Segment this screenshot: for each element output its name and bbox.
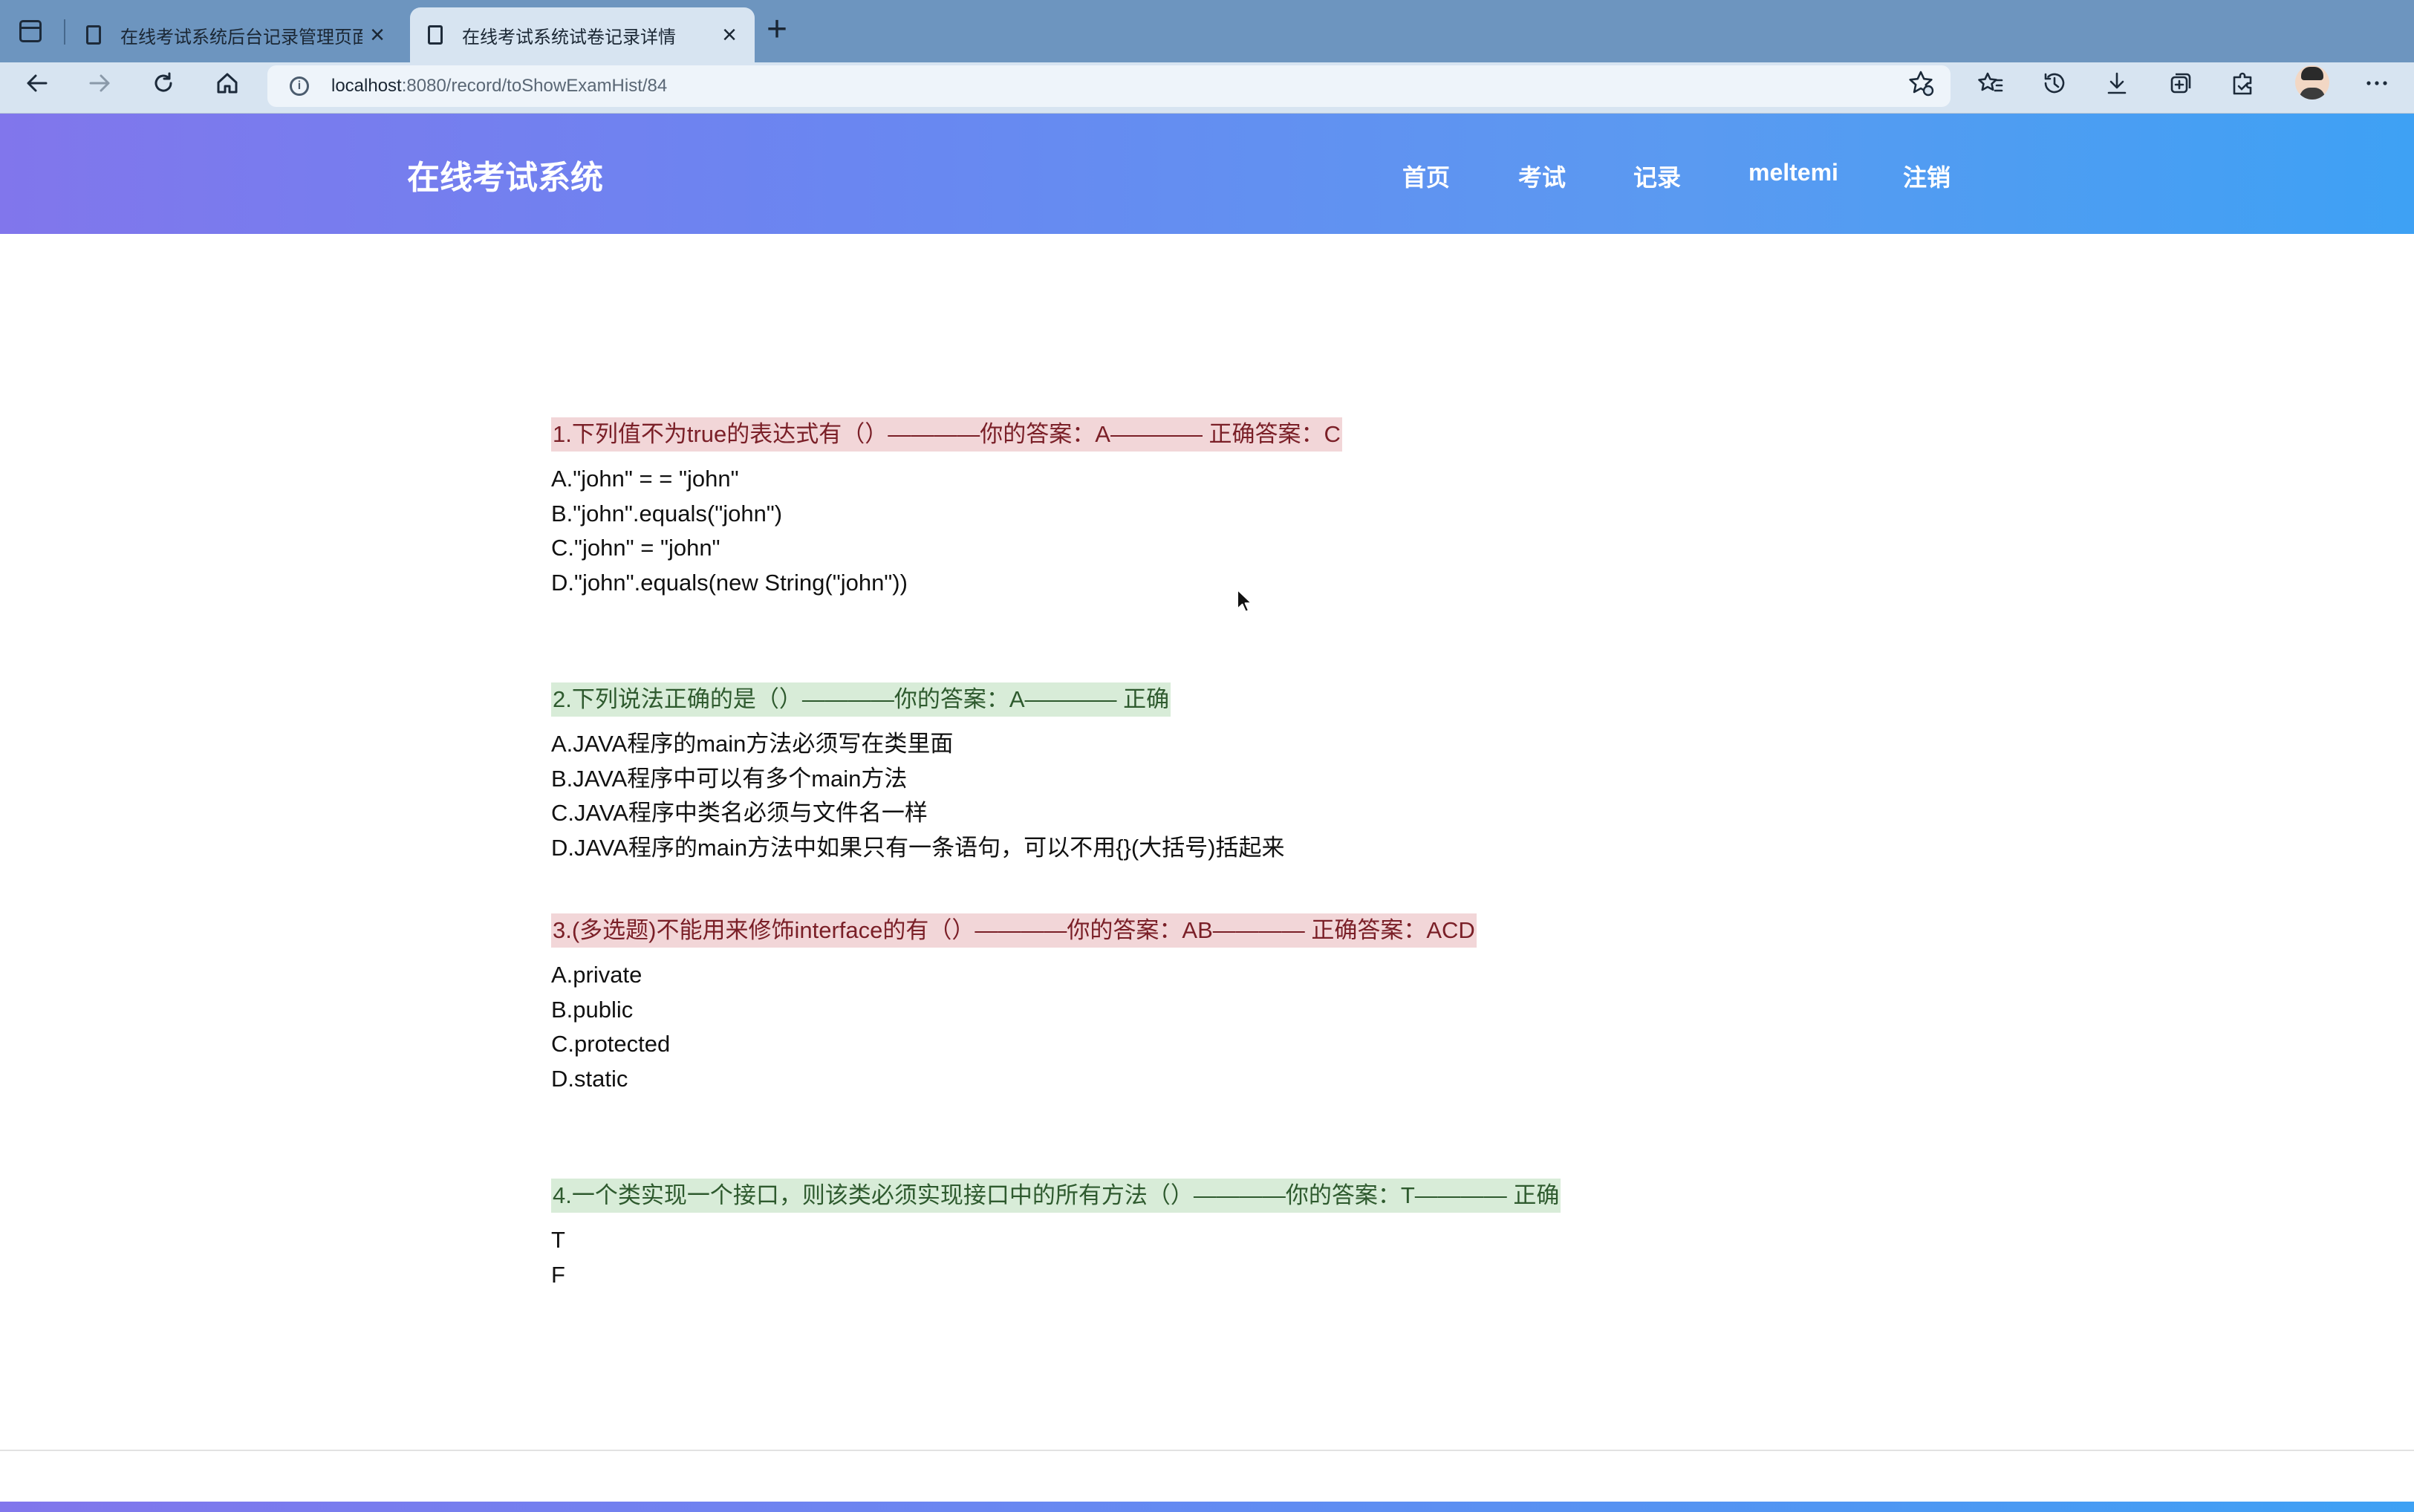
tab-title: 在线考试系统试卷记录详情	[462, 27, 676, 48]
address-bar[interactable]: i localhost:8080/record/toShowExamHist/8…	[267, 65, 1951, 107]
site-brand[interactable]: 在线考试系统	[407, 151, 603, 198]
history-button[interactable]	[2040, 68, 2069, 98]
option-list: A."john" = = "john" B."john".equals("joh…	[551, 462, 1342, 600]
option-item: A."john" = = "john"	[551, 466, 739, 492]
reload-icon	[154, 72, 172, 92]
option-item: D.static	[551, 1065, 628, 1092]
home-icon	[217, 73, 238, 94]
tab-separator	[64, 19, 65, 45]
option-item: B.JAVA程序中可以有多个main方法	[551, 765, 908, 792]
option-item: B.public	[551, 996, 634, 1023]
option-item: A.JAVA程序的main方法必须写在类里面	[551, 731, 954, 757]
star-icon	[1909, 71, 1934, 97]
new-tab-icon[interactable]: +	[767, 12, 787, 48]
footer-divider	[0, 1450, 2414, 1451]
option-item: D.JAVA程序的main方法中如果只有一条语句，可以不用{}(大括号)括起来	[551, 834, 1285, 861]
option-item: A.private	[551, 962, 642, 988]
site-header	[0, 114, 2414, 234]
option-item: T	[551, 1227, 565, 1253]
more-icon	[2366, 81, 2387, 85]
option-item: F	[551, 1261, 565, 1288]
nav-logout-link[interactable]: 注销	[1903, 159, 1951, 193]
option-list: A.private B.public C.protected D.static	[551, 958, 1477, 1096]
arrow-right-icon	[89, 74, 110, 92]
browser-tab-bar: 在线考试系统后台记录管理页面 × 在线考试系统试卷记录详情 × +	[0, 0, 2414, 62]
question-title: 3.(多选题)不能用来修饰interface的有（）————你的答案：AB———…	[551, 913, 1477, 948]
nav-user-link[interactable]: meltemi	[1748, 159, 1838, 186]
site-info-icon[interactable]: i	[290, 76, 309, 96]
back-button[interactable]	[21, 67, 53, 100]
tab-exam-detail[interactable]: 在线考试系统试卷记录详情 ×	[410, 7, 755, 62]
question-item: 1.下列值不为true的表达式有（）————你的答案：A———— 正确答案：C …	[551, 417, 1342, 600]
question-item: 4.一个类实现一个接口，则该类必须实现接口中的所有方法（）————你的答案：T—…	[551, 1179, 1561, 1292]
nav-exam-link[interactable]: 考试	[1518, 159, 1566, 193]
option-item: C.JAVA程序中类名必须与文件名一样	[551, 800, 928, 826]
url-host: localhost	[331, 76, 402, 96]
page-icon	[86, 25, 101, 45]
tab-title: 在线考试系统后台记录管理页面	[120, 27, 363, 48]
extensions-icon	[2233, 72, 2252, 95]
profile-avatar[interactable]	[2295, 65, 2329, 100]
url-path: :8080/record/toShowExamHist/84	[401, 76, 668, 96]
footer-bar	[0, 1502, 2414, 1512]
reload-button[interactable]	[147, 67, 180, 100]
nav-records-link[interactable]: 记录	[1633, 159, 1681, 193]
mouse-cursor-icon	[1237, 589, 1252, 613]
add-favorite-button[interactable]	[1906, 68, 1936, 98]
option-item: C.protected	[551, 1031, 671, 1057]
question-item: 2.下列说法正确的是（）————你的答案：A———— 正确 A.JAVA程序的m…	[551, 682, 1284, 865]
download-icon	[2107, 72, 2127, 94]
question-title: 4.一个类实现一个接口，则该类必须实现接口中的所有方法（）————你的答案：T—…	[551, 1179, 1561, 1213]
sidebar-toggle-icon[interactable]	[19, 20, 42, 42]
collections-icon	[2170, 73, 2191, 94]
home-button[interactable]	[211, 67, 244, 100]
forward-button[interactable]	[83, 67, 116, 100]
downloads-button[interactable]	[2102, 68, 2132, 98]
more-menu-button[interactable]	[2362, 68, 2392, 98]
option-list: T F	[551, 1223, 1561, 1292]
tab-close-icon[interactable]: ×	[370, 22, 385, 48]
question-title: 2.下列说法正确的是（）————你的答案：A———— 正确	[551, 682, 1171, 717]
nav-home-link[interactable]: 首页	[1402, 159, 1450, 193]
question-item: 3.(多选题)不能用来修饰interface的有（）————你的答案：AB———…	[551, 913, 1477, 1096]
page-icon	[428, 25, 443, 45]
arrow-left-icon	[27, 74, 48, 92]
question-title: 1.下列值不为true的表达式有（）————你的答案：A———— 正确答案：C	[551, 417, 1342, 452]
option-item: D."john".equals(new String("john"))	[551, 569, 908, 596]
tab-close-icon[interactable]: ×	[722, 22, 737, 48]
favorites-icon	[1978, 72, 2003, 92]
tab-record-admin[interactable]: 在线考试系统后台记录管理页面 ×	[68, 7, 403, 62]
option-list: A.JAVA程序的main方法必须写在类里面 B.JAVA程序中可以有多个mai…	[551, 727, 1284, 865]
option-item: C."john" = "john"	[551, 535, 720, 561]
extensions-button[interactable]	[2228, 68, 2258, 98]
collections-button[interactable]	[2166, 68, 2196, 98]
option-item: B."john".equals("john")	[551, 500, 783, 527]
history-icon	[2044, 73, 2065, 94]
favorites-button[interactable]	[1976, 68, 2005, 98]
